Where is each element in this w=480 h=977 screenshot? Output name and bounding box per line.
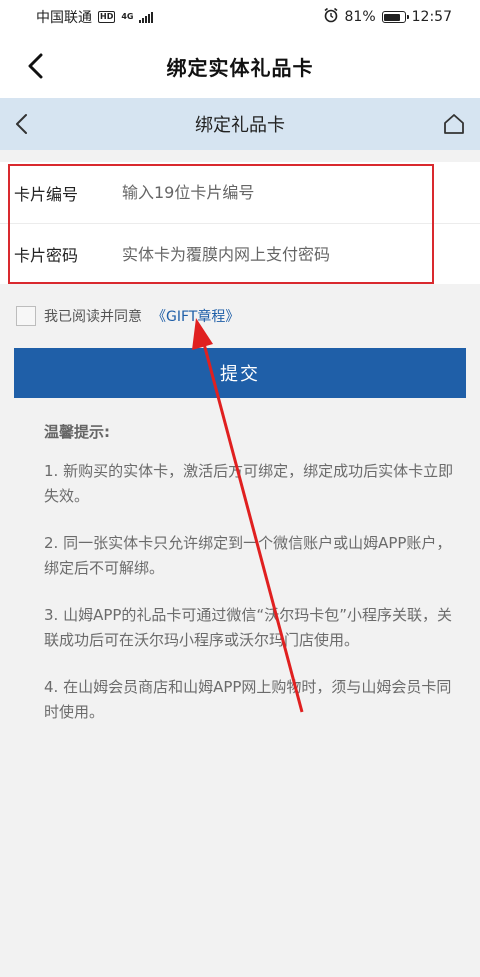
home-icon[interactable]: [440, 110, 468, 138]
agreement-text: 我已阅读并同意: [44, 309, 142, 325]
card-password-input[interactable]: [122, 234, 480, 274]
clock-time: 12:57: [411, 9, 452, 25]
gift-card-form: 卡片编号 卡片密码: [0, 162, 480, 284]
gift-terms-link[interactable]: 《GIFT章程》: [152, 306, 239, 326]
hd-badge: HD: [98, 11, 116, 23]
submit-button[interactable]: 提交: [14, 348, 466, 398]
card-password-label: 卡片密码: [14, 246, 79, 265]
tip-item: 1. 新购买的实体卡，激活后方可绑定，绑定成功后实体卡立即失效。: [44, 462, 454, 505]
card-number-input[interactable]: [122, 172, 480, 213]
status-left: 中国联通 HD 4G: [36, 7, 154, 27]
alarm-icon: [323, 7, 339, 27]
back-arrow-icon[interactable]: [22, 52, 50, 80]
battery-percent: 81%: [344, 9, 376, 25]
card-password-row: 卡片密码: [0, 223, 480, 284]
tips-section: 温馨提示: 1. 新购买的实体卡，激活后方可绑定，绑定成功后实体卡立即失效。 2…: [44, 420, 464, 747]
sub-header: 绑定礼品卡: [0, 98, 480, 150]
tip-item: 3. 山姆APP的礼品卡可通过微信“沃尔玛卡包”小程序关联，关联成功后可在沃尔玛…: [44, 606, 452, 649]
card-number-label: 卡片编号: [14, 184, 79, 204]
tip-item: 2. 同一张实体卡只允许绑定到一个微信账户或山姆APP账户，绑定后不可解绑。: [44, 534, 452, 577]
page-title: 绑定实体礼品卡: [166, 55, 314, 80]
card-number-row: 卡片编号: [0, 162, 480, 223]
sub-back-arrow-icon[interactable]: [8, 110, 36, 138]
agreement-row: 我已阅读并同意 《GIFT章程》: [16, 306, 239, 326]
network-type: 4G: [121, 12, 134, 21]
agreement-checkbox[interactable]: [16, 306, 36, 326]
signal-icon: [139, 11, 154, 23]
tip-item: 4. 在山姆会员商店和山姆APP网上购物时，须与山姆会员卡同时使用。: [44, 678, 452, 721]
battery-icon: [381, 11, 409, 23]
tips-title: 温馨提示:: [44, 423, 110, 441]
carrier-name: 中国联通: [36, 10, 92, 26]
status-bar: 中国联通 HD 4G 81% 12:57: [0, 0, 480, 34]
status-right: 81% 12:57: [323, 7, 452, 27]
app-header: 绑定实体礼品卡: [0, 34, 480, 98]
sub-title: 绑定礼品卡: [195, 115, 285, 136]
battery-fill: [384, 13, 400, 21]
